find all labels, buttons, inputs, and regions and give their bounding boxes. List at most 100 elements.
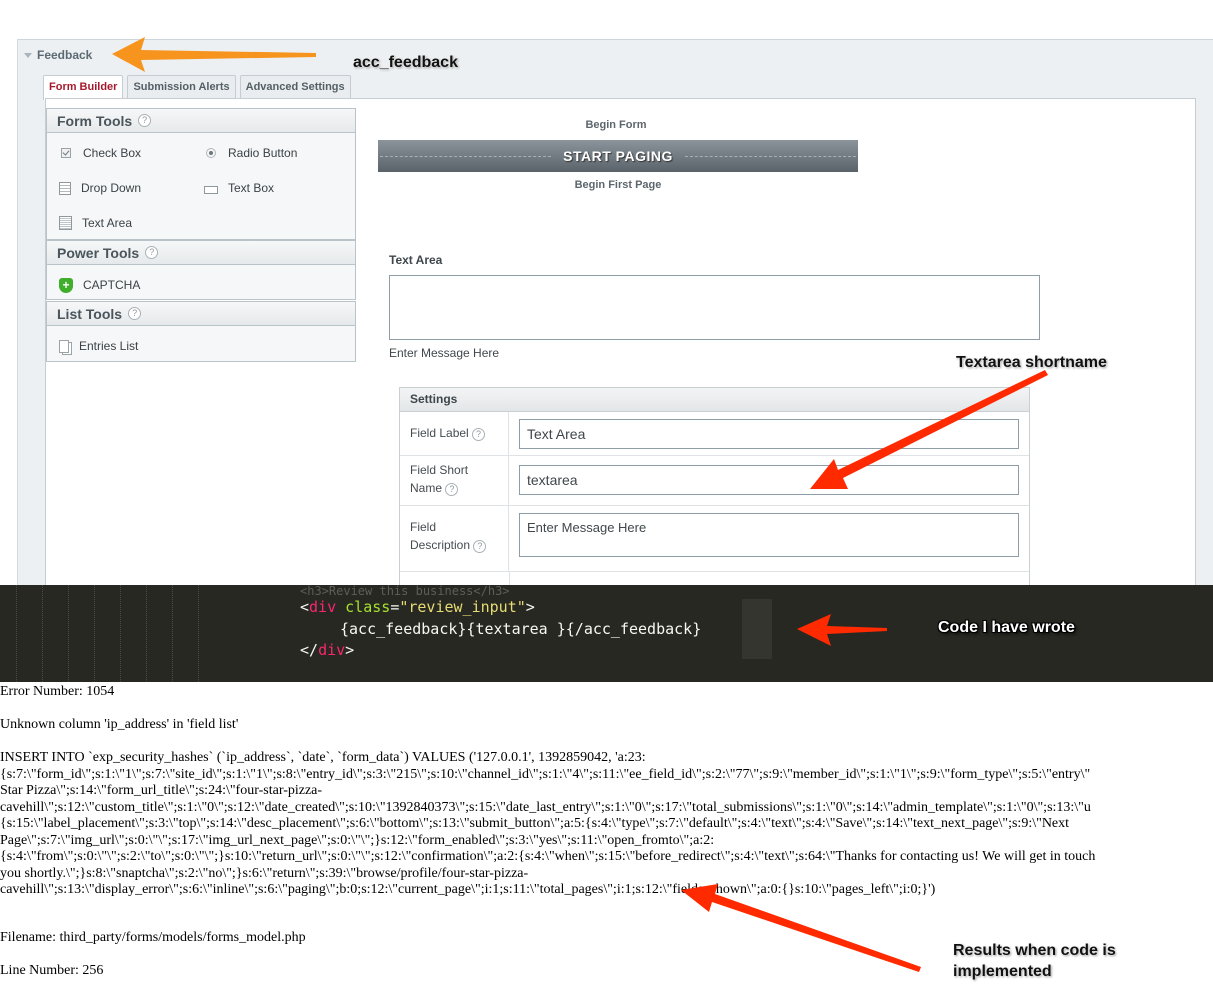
label-text: Field Label xyxy=(410,426,469,440)
tool-label: Drop Down xyxy=(81,181,142,195)
tab-bar: Form Builder Submission Alerts Advanced … xyxy=(43,75,351,100)
settings-row-short-name: Field Short Name ? xyxy=(400,456,1029,506)
settings-label: Field Short Name ? xyxy=(400,456,509,505)
sql-line: {s:15:\"label_placement\";s:3:\"top\";s:… xyxy=(0,816,1070,831)
sql-line: INSERT INTO `exp_security_hashes` (`ip_a… xyxy=(0,750,646,765)
settings-header: Settings xyxy=(400,388,1029,412)
label-text: Description xyxy=(410,538,471,552)
form-builder-area: Form Tools ? Check Box Radio Button Drop… xyxy=(45,98,1196,592)
indent-guide xyxy=(120,585,121,682)
help-icon[interactable]: ? xyxy=(138,114,152,127)
accordion-title: Feedback xyxy=(37,48,93,62)
shield-plus-icon: + xyxy=(59,277,73,293)
textbox-icon xyxy=(204,185,218,194)
indent-guide xyxy=(94,585,95,682)
error-sql: INSERT INTO `exp_security_hashes` (`ip_a… xyxy=(0,750,1213,899)
power-tools-panel: Power Tools ? + CAPTCHA xyxy=(46,240,356,300)
annotation-results: Results when code is implemented xyxy=(953,940,1116,982)
accordion-panel: Feedback Form Builder Submission Alerts … xyxy=(17,39,1213,592)
help-icon[interactable]: ? xyxy=(445,483,459,496)
tool-radio-button[interactable]: Radio Button xyxy=(204,144,297,162)
settings-row-description: Field Description ? Enter Message Here xyxy=(400,506,1029,572)
textarea-field-preview[interactable] xyxy=(389,275,1040,340)
sql-line: Page\";s:7:\"img_url\";s:0:\"\";s:17:\"i… xyxy=(0,832,715,848)
begin-first-page-label: Begin First Page xyxy=(574,179,662,191)
code-line-1: <div class="review_input"> xyxy=(300,598,535,616)
code-line-2: {acc_feedback}{textarea }{/acc_feedback} xyxy=(340,620,702,638)
annotation-results-line: Results when code is xyxy=(953,942,1116,959)
indent-guide xyxy=(68,585,69,682)
tool-drop-down[interactable]: Drop Down xyxy=(59,179,141,197)
annotation-acc-feedback: acc_feedback xyxy=(353,54,458,71)
tab-submission-alerts[interactable]: Submission Alerts xyxy=(127,75,236,99)
settings-row-field-label: Field Label ? xyxy=(400,412,1029,456)
help-icon[interactable]: ? xyxy=(128,307,142,320)
form-tools-title: Form Tools xyxy=(57,112,133,129)
tool-label: Text Box xyxy=(228,181,275,195)
indent-guide xyxy=(42,585,43,682)
list-tools-panel: List Tools ? Entries List xyxy=(46,301,356,362)
indent-guide xyxy=(198,585,199,682)
field-short-name-input[interactable] xyxy=(519,465,1019,495)
error-filename: Filename: third_party/forms/models/forms… xyxy=(0,930,306,945)
sql-line: cavehill\";s:12:\"custom_title\";s:1:\"0… xyxy=(0,799,1091,815)
start-paging-label: START PAGING xyxy=(563,148,673,164)
form-tools-header: Form Tools ? xyxy=(47,109,355,133)
label-text: Field xyxy=(410,520,437,534)
checkbox-icon xyxy=(61,148,71,158)
editor-cursor-highlight xyxy=(742,599,772,659)
start-paging-bar[interactable]: START PAGING xyxy=(378,140,858,172)
textarea-field-label: Text Area xyxy=(389,253,443,267)
settings-label: Field Label ? xyxy=(400,412,509,455)
settings-table: Settings Field Label ? Field Short Name … xyxy=(399,387,1030,592)
help-icon[interactable]: ? xyxy=(473,540,487,553)
radio-icon xyxy=(206,148,216,158)
annotation-code-wrote: Code I have wrote xyxy=(938,619,1075,636)
sql-line: you shortly.\";}s:8:\"snaptcha\";s:2:\"n… xyxy=(0,865,529,881)
tool-check-box[interactable]: Check Box xyxy=(59,144,141,162)
tab-advanced-settings[interactable]: Advanced Settings xyxy=(239,75,351,99)
sql-line: Star Pizza\";s:14:\"form_url_title\";s:2… xyxy=(0,783,323,798)
power-tools-header: Power Tools ? xyxy=(47,241,355,265)
sql-line: {s:4:\"from\";s:0:\"\";s:2:\"to\";s:0:\"… xyxy=(0,849,1096,864)
code-line-3: </div> xyxy=(300,641,354,659)
field-description-input[interactable]: Enter Message Here xyxy=(519,513,1019,557)
code-token: > xyxy=(525,598,535,616)
list-tools-title: List Tools xyxy=(57,305,123,322)
code-token: </ xyxy=(300,641,319,659)
settings-label: Field Description ? xyxy=(400,506,509,571)
textarea-icon xyxy=(59,216,72,230)
code-token: div xyxy=(318,641,346,659)
label-text: Field Short xyxy=(410,463,469,477)
collapse-triangle-icon xyxy=(24,52,32,58)
tool-entries-list[interactable]: Entries List xyxy=(59,337,138,355)
tool-label: Check Box xyxy=(83,146,142,160)
tool-label: Entries List xyxy=(79,339,139,353)
code-token: = xyxy=(390,598,400,616)
tool-label: Text Area xyxy=(82,216,133,230)
tool-label: Radio Button xyxy=(228,146,298,160)
code-line-faded: <h3>Review this business</h3> xyxy=(300,585,510,598)
tool-label: CAPTCHA xyxy=(83,278,141,292)
begin-form-label: Begin Form xyxy=(585,119,647,131)
tool-text-box[interactable]: Text Box xyxy=(204,179,274,197)
indent-guide xyxy=(172,585,173,682)
label-text: Name xyxy=(410,481,443,495)
code-token: > xyxy=(345,641,355,659)
tool-text-area[interactable]: Text Area xyxy=(59,214,132,232)
indent-guide xyxy=(16,585,17,682)
accordion-toggle[interactable]: Feedback xyxy=(24,48,92,62)
annotation-results-line: implemented xyxy=(953,963,1052,980)
power-tools-title: Power Tools xyxy=(57,244,140,261)
tab-form-builder[interactable]: Form Builder xyxy=(43,75,124,100)
error-line-number: Line Number: 256 xyxy=(0,963,104,978)
error-message: Unknown column 'ip_address' in 'field li… xyxy=(0,717,239,732)
help-icon[interactable]: ? xyxy=(472,428,486,441)
help-icon[interactable]: ? xyxy=(145,246,159,259)
cms-screenshot: Feedback Form Builder Submission Alerts … xyxy=(0,0,1213,592)
error-number: Error Number: 1054 xyxy=(0,684,115,699)
code-token: class xyxy=(336,598,391,616)
tool-captcha[interactable]: + CAPTCHA xyxy=(59,276,140,294)
list-tools-header: List Tools ? xyxy=(47,302,355,326)
field-label-input[interactable] xyxy=(519,419,1019,449)
